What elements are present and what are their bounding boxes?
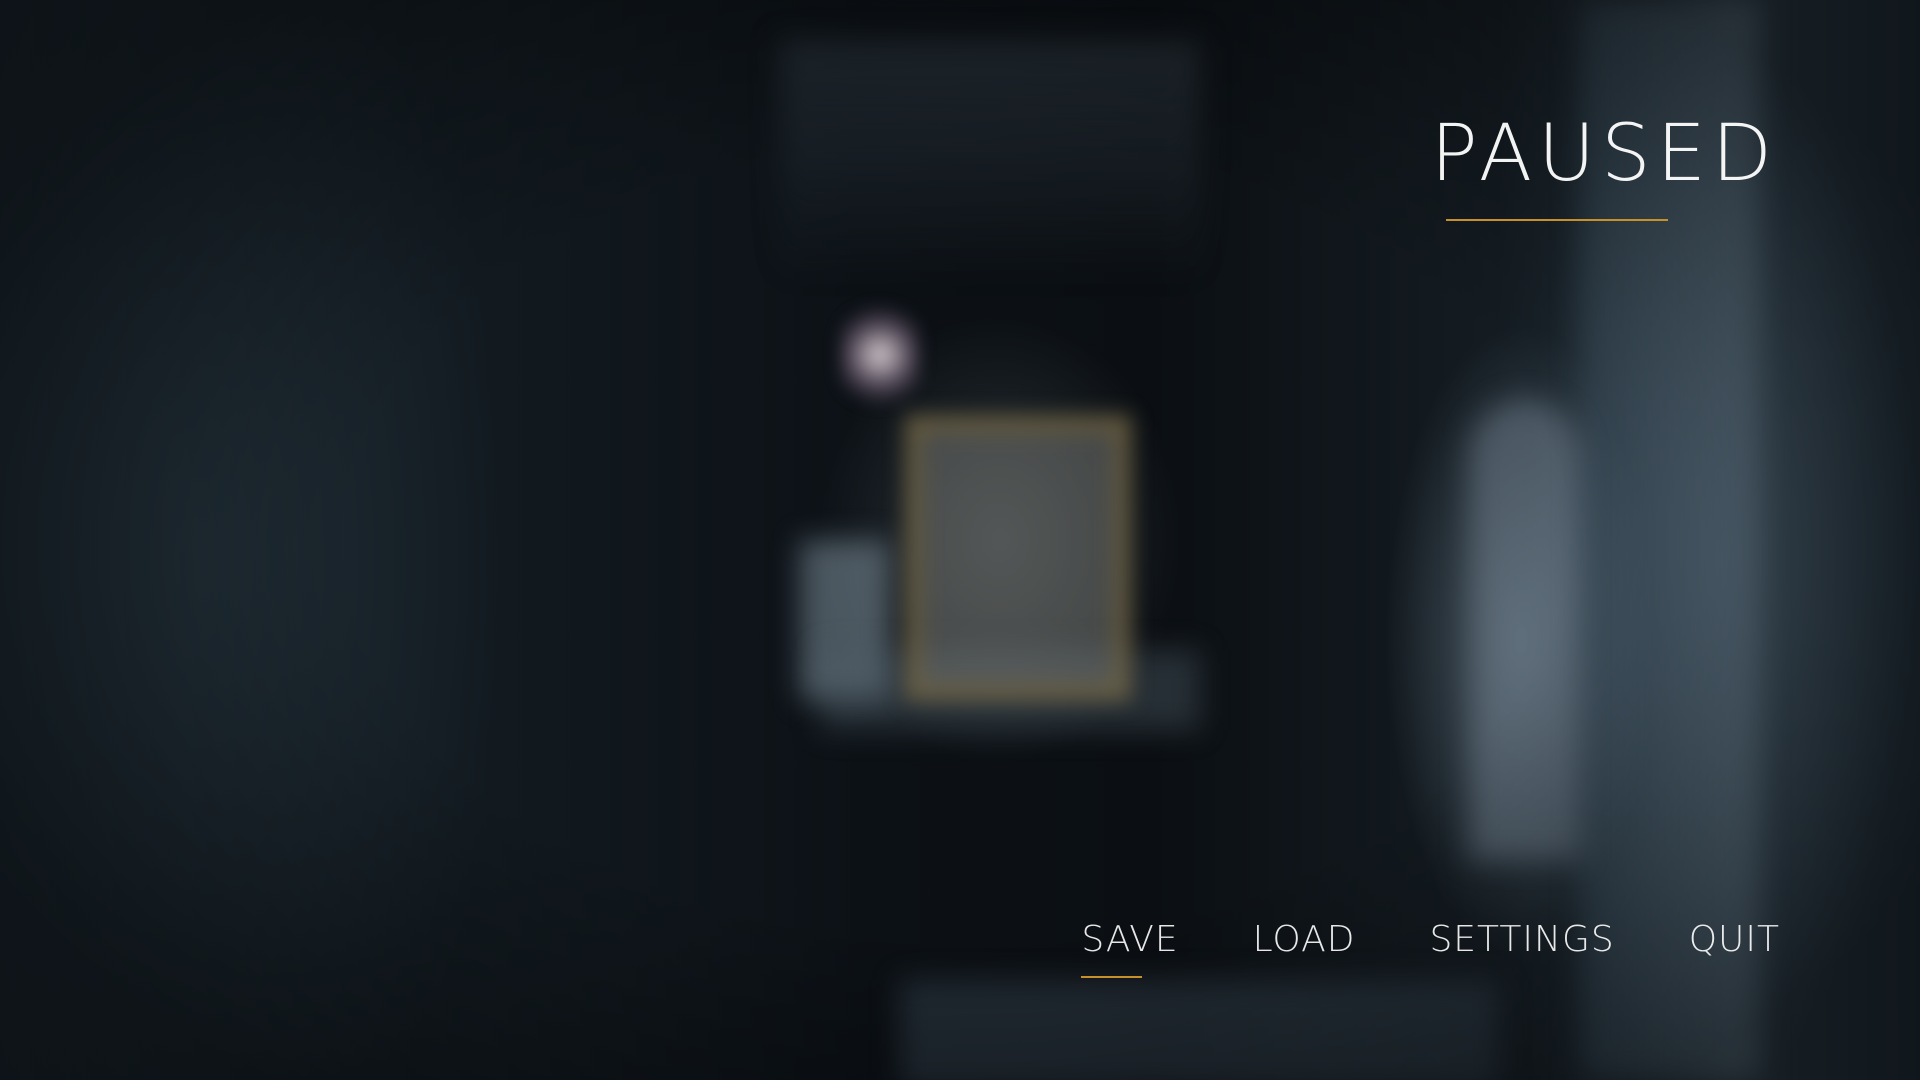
- quit-label: QUIT: [1688, 919, 1780, 960]
- save-label: SAVE: [1081, 919, 1179, 960]
- settings-label: SETTINGS: [1429, 919, 1615, 960]
- title-underline: [1446, 219, 1668, 221]
- quit-button[interactable]: QUIT: [1689, 918, 1780, 978]
- pause-title: PAUSED: [1430, 109, 1778, 199]
- load-button[interactable]: LOAD: [1253, 918, 1356, 978]
- load-label: LOAD: [1252, 919, 1356, 960]
- selected-indicator: [1081, 976, 1143, 978]
- save-button[interactable]: SAVE: [1081, 918, 1178, 978]
- pause-menu: SAVE LOAD SETTINGS QUIT: [1081, 918, 1780, 978]
- settings-button[interactable]: SETTINGS: [1429, 918, 1614, 978]
